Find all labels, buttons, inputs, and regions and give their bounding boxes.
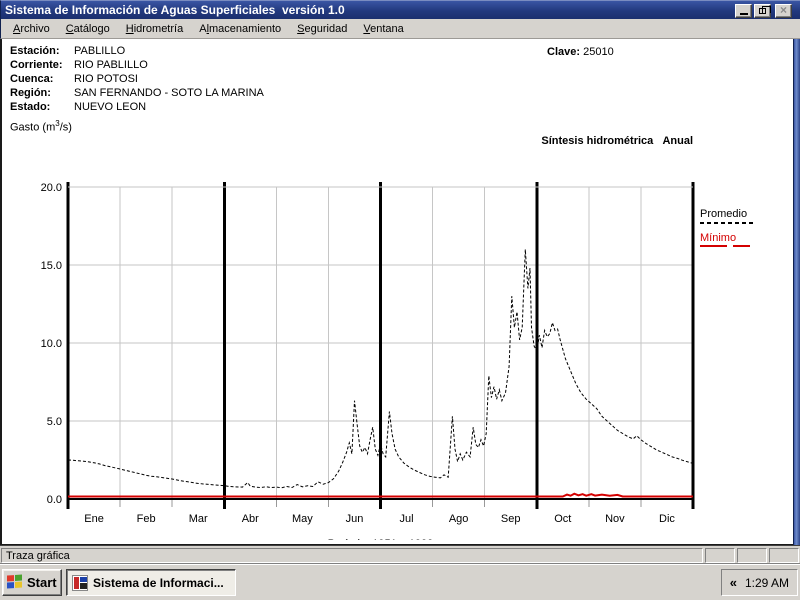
close-icon: ×	[779, 3, 787, 17]
clave-label: Clave:	[547, 46, 581, 58]
x-tick-label: Ene	[84, 513, 104, 525]
clave-value: 25010	[583, 46, 614, 58]
menu-item-seguridad[interactable]: Seguridad	[289, 21, 355, 37]
status-panel-1	[705, 547, 735, 563]
status-message: Traza gráfica	[1, 547, 703, 563]
status-panel-3	[769, 547, 799, 563]
y-tick-label: 0.0	[47, 494, 62, 506]
start-button[interactable]: Start	[2, 569, 62, 596]
menu-item-catalogo[interactable]: Catálogo	[58, 21, 118, 37]
x-tick-label: Feb	[137, 513, 156, 525]
x-tick-label: Dic	[659, 513, 675, 525]
minimize-button[interactable]	[735, 4, 752, 18]
info-row: Región: SAN FERNANDO - SOTO LA MARINA	[10, 87, 264, 99]
content-area: Estación: PABLILLO Corriente: RIO PABLILLO C…	[0, 39, 793, 545]
x-tick-label: Nov	[605, 513, 625, 525]
clave-field: Clave: 25010	[547, 46, 614, 58]
legend-promedio-label: Promedio	[700, 208, 747, 220]
start-label: Start	[27, 575, 57, 590]
y-tick-label: 20.0	[41, 182, 62, 194]
x-tick-label: Abr	[242, 513, 259, 525]
taskbar-app-button[interactable]: Sistema de Informaci...	[66, 569, 236, 596]
menu-item-hidrometria[interactable]: Hidrometría	[118, 21, 191, 37]
legend-minimo-label: Mínimo	[700, 232, 736, 244]
x-tick-label: Mar	[189, 513, 208, 525]
info-row: Corriente: RIO PABLILLO	[10, 59, 148, 71]
taskbar-clock[interactable]: 1:29 AM	[745, 576, 789, 590]
minimize-icon	[739, 13, 748, 15]
status-panel-2	[737, 547, 767, 563]
y-axis-title: Gasto (m3/s)	[10, 119, 72, 134]
tray-chevron-button[interactable]: «	[728, 575, 739, 590]
info-row: Estación: PABLILLO	[10, 45, 126, 57]
taskbar-app-label: Sistema de Informaci...	[93, 575, 224, 590]
menu-bar: Archivo Catálogo Hidrometría Almacenamiento…	[0, 19, 800, 39]
x-tick-label: Jun	[346, 513, 364, 525]
window-title: Sistema de Información de Aguas Superfic…	[5, 3, 345, 17]
menu-item-almacenamiento[interactable]: Almacenamiento	[191, 21, 289, 37]
app-icon	[72, 574, 88, 591]
restore-button[interactable]	[754, 4, 771, 18]
menu-item-archivo[interactable]: Archivo	[5, 21, 58, 37]
info-row: Cuenca: RIO POTOSI	[10, 73, 138, 85]
x-tick-label: Oct	[554, 513, 571, 525]
title-bar[interactable]: Sistema de Información de Aguas Superfic…	[0, 0, 800, 19]
x-tick-label: Sep	[501, 513, 521, 525]
y-tick-label: 10.0	[41, 338, 62, 350]
window-controls: ×	[735, 4, 792, 18]
restore-icon	[759, 6, 771, 14]
y-tick-label: 15.0	[41, 260, 62, 272]
x-tick-label: May	[292, 513, 313, 525]
info-row: Estado: NUEVO LEON	[10, 101, 147, 113]
hydrograph-chart[interactable]: 0.0 5.0 10.0 15.0 20.0 Ene Feb Mar Abr May Jun Jul A…	[2, 140, 795, 540]
period-caption: Período: 1951 a 1999	[328, 538, 434, 540]
window-right-border	[793, 39, 800, 545]
windows-logo-icon	[7, 574, 23, 590]
y-tick-label: 5.0	[47, 416, 62, 428]
status-bar: Traza gráfica	[0, 545, 800, 564]
taskbar: Start Sistema de Informaci... « 1:29 AM	[0, 564, 800, 600]
menu-item-ventana[interactable]: Ventana	[355, 21, 411, 37]
x-tick-label: Ago	[449, 513, 469, 525]
x-tick-label: Jul	[400, 513, 414, 525]
close-button[interactable]: ×	[775, 4, 792, 18]
system-tray: « 1:29 AM	[720, 569, 798, 596]
